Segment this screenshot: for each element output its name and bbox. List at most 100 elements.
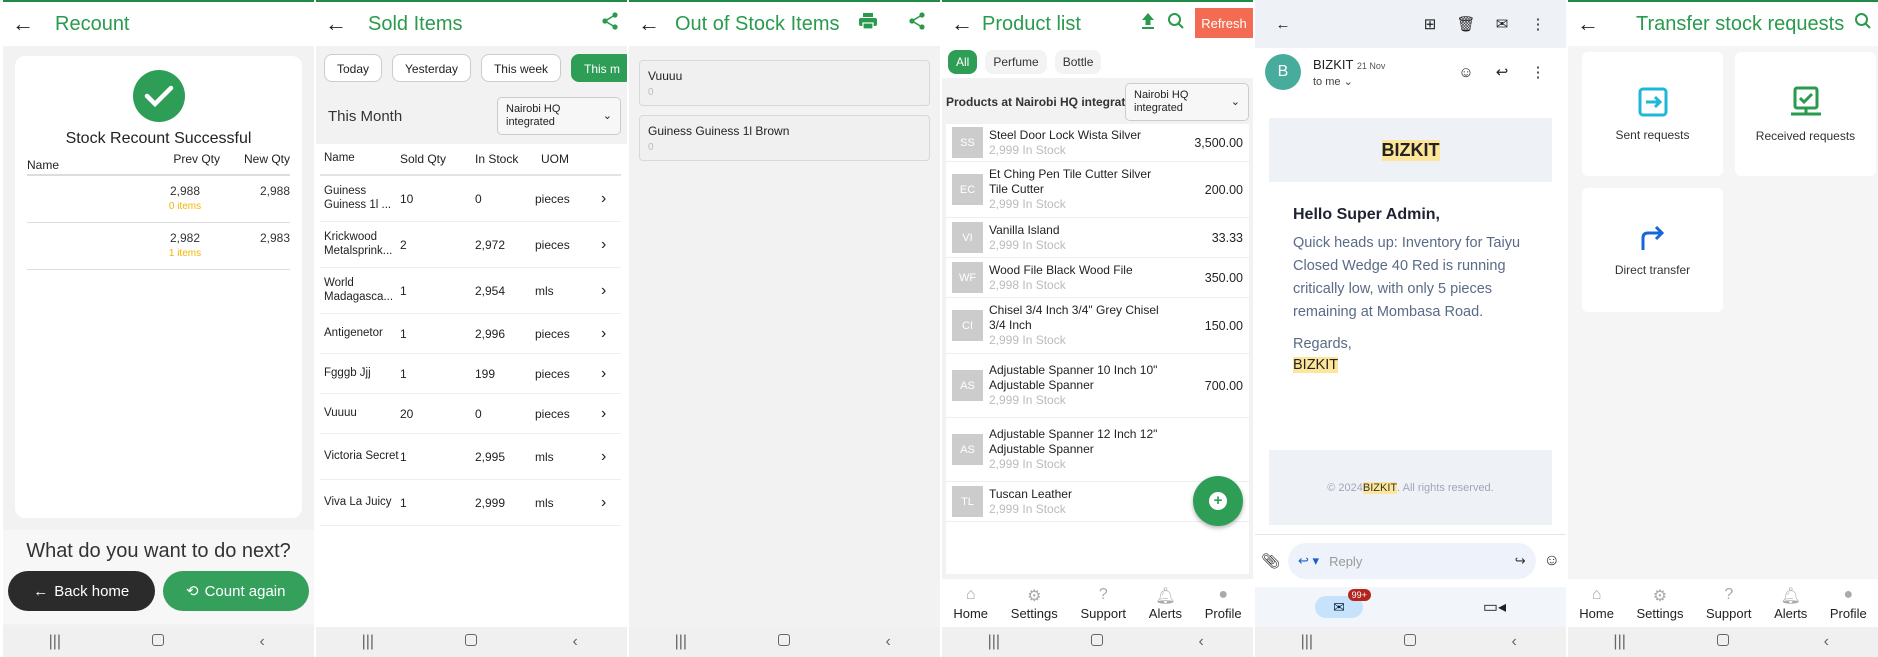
reply-input[interactable]: ↩ ▾ Reply ↪ xyxy=(1288,543,1536,579)
back-arrow-icon[interactable]: ← xyxy=(629,11,665,37)
mark-unread-icon[interactable]: ✉ xyxy=(1484,15,1520,33)
back-arrow-icon[interactable]: ← xyxy=(3,11,39,37)
emoji-icon[interactable]: ☺ xyxy=(1448,64,1484,81)
table-row[interactable]: World Madagasca... 1 2,954 mls › xyxy=(320,268,621,314)
product-row[interactable]: WF Wood File Black Wood File 2,998 In Stoc… xyxy=(946,258,1249,298)
emoji-icon[interactable]: ☺ xyxy=(1544,552,1560,570)
forward-icon[interactable]: ↪ xyxy=(1515,553,1526,569)
received-requests-card[interactable]: Received requests xyxy=(1735,52,1876,176)
location-select[interactable]: Nairobi HQ integrated ⌄ xyxy=(1125,83,1249,121)
print-icon[interactable] xyxy=(858,12,878,35)
back-system-button[interactable]: ‹ xyxy=(232,633,292,651)
reply-icon[interactable]: ↩ xyxy=(1484,63,1520,81)
filter-this-week[interactable]: This week xyxy=(480,54,561,82)
home-system-button[interactable] xyxy=(754,633,814,651)
recents-button[interactable]: ||| xyxy=(25,633,85,651)
uom: pieces xyxy=(535,406,570,421)
back-arrow-icon[interactable]: ← xyxy=(1568,11,1604,37)
product-row[interactable]: SS Steel Door Lock Wista Silver 2,999 In S… xyxy=(946,124,1249,162)
filter-this-month[interactable]: This m xyxy=(571,54,627,82)
product-row[interactable]: AS Adjustable Spanner 12 Inch 12" Adjusta… xyxy=(946,418,1249,482)
chevron-right-icon[interactable]: › xyxy=(601,365,621,383)
attach-icon[interactable]: 📎︎ xyxy=(1261,552,1280,570)
chevron-right-icon[interactable]: › xyxy=(601,282,621,300)
mail-tab[interactable]: ✉ 99+ xyxy=(1314,589,1371,618)
filter-yesterday[interactable]: Yesterday xyxy=(392,54,471,82)
meet-tab[interactable]: ▭◂ xyxy=(1483,597,1506,617)
chevron-right-icon[interactable]: › xyxy=(601,448,621,466)
reply-menu-icon[interactable]: ↩ ▾ xyxy=(1298,553,1319,569)
share-icon[interactable] xyxy=(601,12,619,35)
chevron-right-icon[interactable]: › xyxy=(601,325,621,343)
in-stock: 2,996 xyxy=(475,326,506,341)
list-item[interactable]: Guiness Guiness 1l Brown 0 xyxy=(639,115,930,161)
table-row[interactable]: Viva La Juicy 1 2,999 mls › xyxy=(320,480,621,526)
nav-settings[interactable]: ⚙ Settings xyxy=(1011,586,1058,621)
period-label: This Month xyxy=(328,107,403,125)
refresh-button[interactable]: Refresh xyxy=(1195,8,1253,38)
location-select[interactable]: Nairobi HQ integrated ⌄ xyxy=(497,97,621,135)
filter-today[interactable]: Today xyxy=(324,54,383,82)
table-row[interactable]: Antigenetor 1 2,996 pieces › xyxy=(320,314,621,354)
more-vert-icon[interactable]: ⋮ xyxy=(1520,15,1556,33)
nav-profile[interactable]: ● Profile xyxy=(1205,586,1242,621)
home-system-button[interactable] xyxy=(128,633,188,651)
product-row[interactable]: VI Vanilla Island 2,999 In Stock 33.33 xyxy=(946,218,1249,258)
back-arrow-icon[interactable]: ← xyxy=(1265,16,1301,33)
nav-support[interactable]: ? Support xyxy=(1081,586,1127,621)
home-system-button[interactable] xyxy=(441,633,501,651)
recents-button[interactable]: ||| xyxy=(1277,633,1337,651)
recents-button[interactable]: ||| xyxy=(651,633,711,651)
home-system-button[interactable] xyxy=(1693,633,1753,651)
add-product-fab[interactable]: + xyxy=(1193,476,1243,526)
nav-alerts[interactable]: 🔔︎ Alerts xyxy=(1149,586,1182,621)
archive-icon[interactable]: ⊞ xyxy=(1412,15,1448,33)
recents-button[interactable]: ||| xyxy=(338,633,398,651)
back-home-button[interactable]: ← Back home xyxy=(8,571,155,611)
direct-transfer-card[interactable]: Direct transfer xyxy=(1582,188,1723,312)
nav-support[interactable]: ? Support xyxy=(1706,586,1752,621)
back-system-button[interactable]: ‹ xyxy=(545,633,605,651)
home-system-button[interactable] xyxy=(1380,633,1440,651)
category-perfume[interactable]: Perfume xyxy=(985,50,1047,74)
product-row[interactable]: AS Adjustable Spanner 10 Inch 10" Adjusta… xyxy=(946,354,1249,418)
recents-button[interactable]: ||| xyxy=(964,633,1024,651)
product-row[interactable]: EC Et Ching Pen Tile Cutter Silver Tile C… xyxy=(946,162,1249,218)
table-row[interactable]: Vuuuu 20 0 pieces › xyxy=(320,394,621,434)
back-arrow-icon[interactable]: ← xyxy=(316,11,352,37)
category-bottle[interactable]: Bottle xyxy=(1054,50,1102,74)
recents-button[interactable]: ||| xyxy=(1590,633,1650,651)
more-vert-icon[interactable]: ⋮ xyxy=(1520,63,1556,81)
nav-home[interactable]: ⌂ Home xyxy=(1579,586,1614,621)
home-system-button[interactable] xyxy=(1067,633,1127,651)
share-icon[interactable] xyxy=(908,12,926,35)
product-row[interactable]: CI Chisel 3/4 Inch 3/4" Grey Chisel 3/4 I… xyxy=(946,298,1249,354)
back-arrow-icon[interactable]: ← xyxy=(942,11,978,37)
nav-alerts[interactable]: 🔔︎ Alerts xyxy=(1774,586,1807,621)
back-system-button[interactable]: ‹ xyxy=(858,633,918,651)
nav-profile[interactable]: ● Profile xyxy=(1830,586,1867,621)
chevron-right-icon[interactable]: › xyxy=(601,494,621,512)
table-row[interactable]: Victoria Secret 1 2,995 mls › xyxy=(320,434,621,480)
back-system-button[interactable]: ‹ xyxy=(1171,633,1231,651)
count-again-button[interactable]: ⟲ Count again xyxy=(162,571,309,611)
chevron-right-icon[interactable]: › xyxy=(601,190,621,208)
table-row[interactable]: Fgggb Jjj 1 199 pieces › xyxy=(320,354,621,394)
list-item[interactable]: Vuuuu 0 xyxy=(639,60,930,106)
category-all[interactable]: All xyxy=(948,50,978,74)
delete-icon[interactable]: 🗑︎ xyxy=(1448,15,1484,33)
chevron-right-icon[interactable]: › xyxy=(601,236,621,254)
search-icon[interactable] xyxy=(1854,12,1872,35)
chevron-right-icon[interactable]: › xyxy=(601,405,621,423)
back-system-button[interactable]: ‹ xyxy=(1796,633,1856,651)
table-row[interactable]: Guiness Guiness 1l ... 10 0 pieces › xyxy=(320,176,621,222)
success-check-icon xyxy=(132,70,185,122)
sent-requests-card[interactable]: Sent requests xyxy=(1582,52,1723,176)
table-row[interactable]: Krickwood Metalsprink... 2 2,972 pieces › xyxy=(320,222,621,268)
nav-settings[interactable]: ⚙ Settings xyxy=(1636,586,1683,621)
recipient-toggle[interactable]: to me ⌄ xyxy=(1313,75,1385,88)
search-icon[interactable] xyxy=(1167,12,1185,35)
back-system-button[interactable]: ‹ xyxy=(1484,633,1544,651)
upload-icon[interactable] xyxy=(1141,12,1155,35)
nav-home[interactable]: ⌂ Home xyxy=(953,586,988,621)
